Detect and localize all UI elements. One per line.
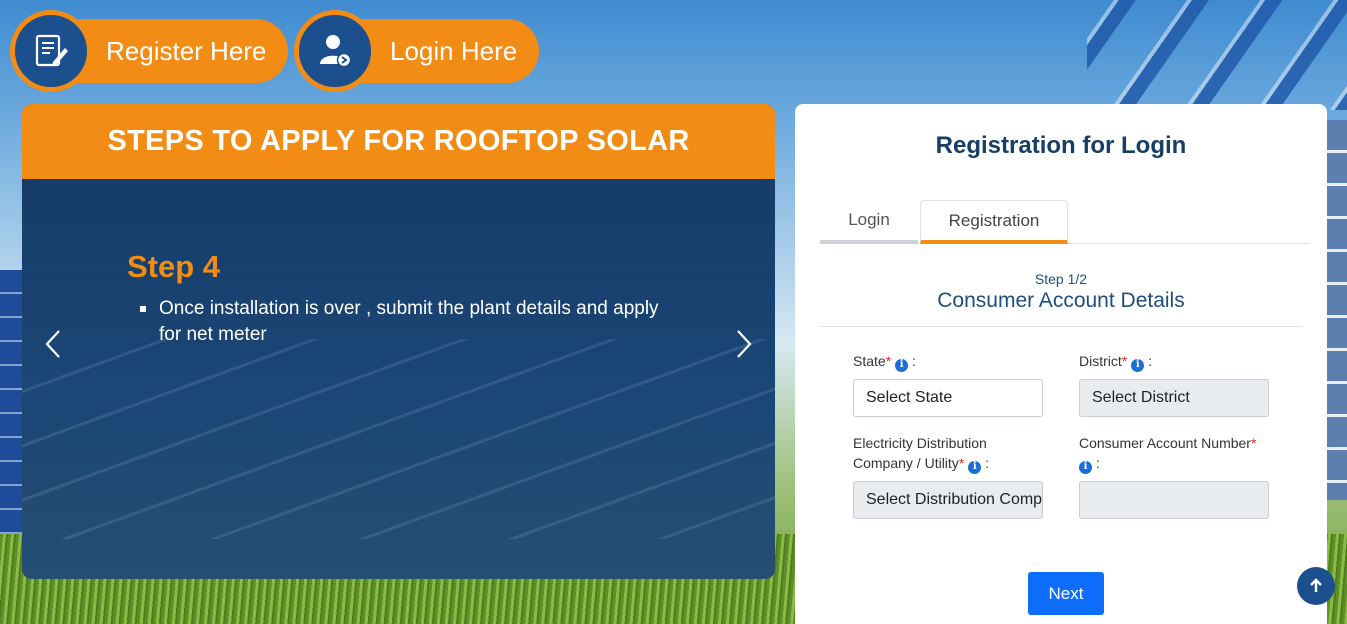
- info-icon[interactable]: i: [968, 460, 982, 474]
- district-select[interactable]: Select District: [1079, 379, 1269, 417]
- step-description: Once installation is over , submit the p…: [159, 298, 659, 345]
- auth-tabs: Login Registration: [820, 200, 1310, 244]
- background-solar-panel-right: [1325, 120, 1347, 500]
- tab-registration[interactable]: Registration: [920, 200, 1068, 244]
- steps-header: STEPS TO APPLY FOR ROOFTOP SOLAR: [22, 104, 775, 179]
- slide-background-image: [22, 339, 775, 539]
- register-here-label: Register Here: [72, 19, 289, 83]
- account-number-label: Consumer Account Number* i :: [1079, 435, 1257, 474]
- required-mark: *: [1121, 353, 1128, 369]
- bullet-square-icon: [140, 306, 146, 312]
- arrow-up-icon: [1310, 578, 1322, 592]
- required-mark: *: [1250, 435, 1257, 451]
- login-here-label: Login Here: [356, 19, 540, 83]
- steps-carousel: STEPS TO APPLY FOR ROOFTOP SOLAR Step 4 …: [22, 104, 775, 579]
- section-title: Consumer Account Details: [937, 289, 1185, 312]
- login-here-button[interactable]: Login Here: [294, 10, 540, 92]
- info-icon[interactable]: i: [1131, 358, 1145, 372]
- next-button[interactable]: Next: [1028, 572, 1104, 615]
- discom-select[interactable]: Select Distribution Company: [853, 481, 1043, 519]
- registration-title: Registration for Login: [935, 132, 1187, 159]
- step-bullet: Once installation is over , submit the p…: [140, 296, 660, 348]
- step-title: Step 4: [127, 249, 221, 284]
- account-number-input[interactable]: [1079, 481, 1269, 519]
- info-icon[interactable]: i: [1079, 460, 1092, 474]
- state-select[interactable]: Select State: [853, 379, 1043, 417]
- step-counter: Step 1/2: [1034, 271, 1088, 287]
- info-icon[interactable]: i: [895, 358, 909, 372]
- carousel-prev-button[interactable]: [38, 324, 68, 364]
- required-mark: *: [958, 455, 965, 471]
- background-solar-stripes: [1087, 0, 1347, 110]
- register-here-button[interactable]: Register Here: [10, 10, 289, 92]
- tab-login[interactable]: Login: [820, 200, 918, 244]
- state-label: State* i :: [853, 353, 916, 372]
- required-mark: *: [885, 353, 892, 369]
- user-login-icon: [294, 10, 376, 92]
- register-form-icon: [10, 10, 92, 92]
- discom-label: Electricity Distribution Company / Utili…: [853, 435, 990, 474]
- registration-card: Registration for Login Login Registratio…: [795, 104, 1327, 624]
- carousel-slide: Step 4 Once installation is over , submi…: [22, 179, 775, 579]
- chevron-left-icon: [45, 330, 60, 358]
- chevron-right-icon: [737, 330, 752, 358]
- carousel-next-button[interactable]: [729, 324, 759, 364]
- district-label: District* i :: [1079, 353, 1153, 372]
- scroll-to-top-button[interactable]: [1297, 567, 1335, 605]
- section-divider: [820, 326, 1302, 327]
